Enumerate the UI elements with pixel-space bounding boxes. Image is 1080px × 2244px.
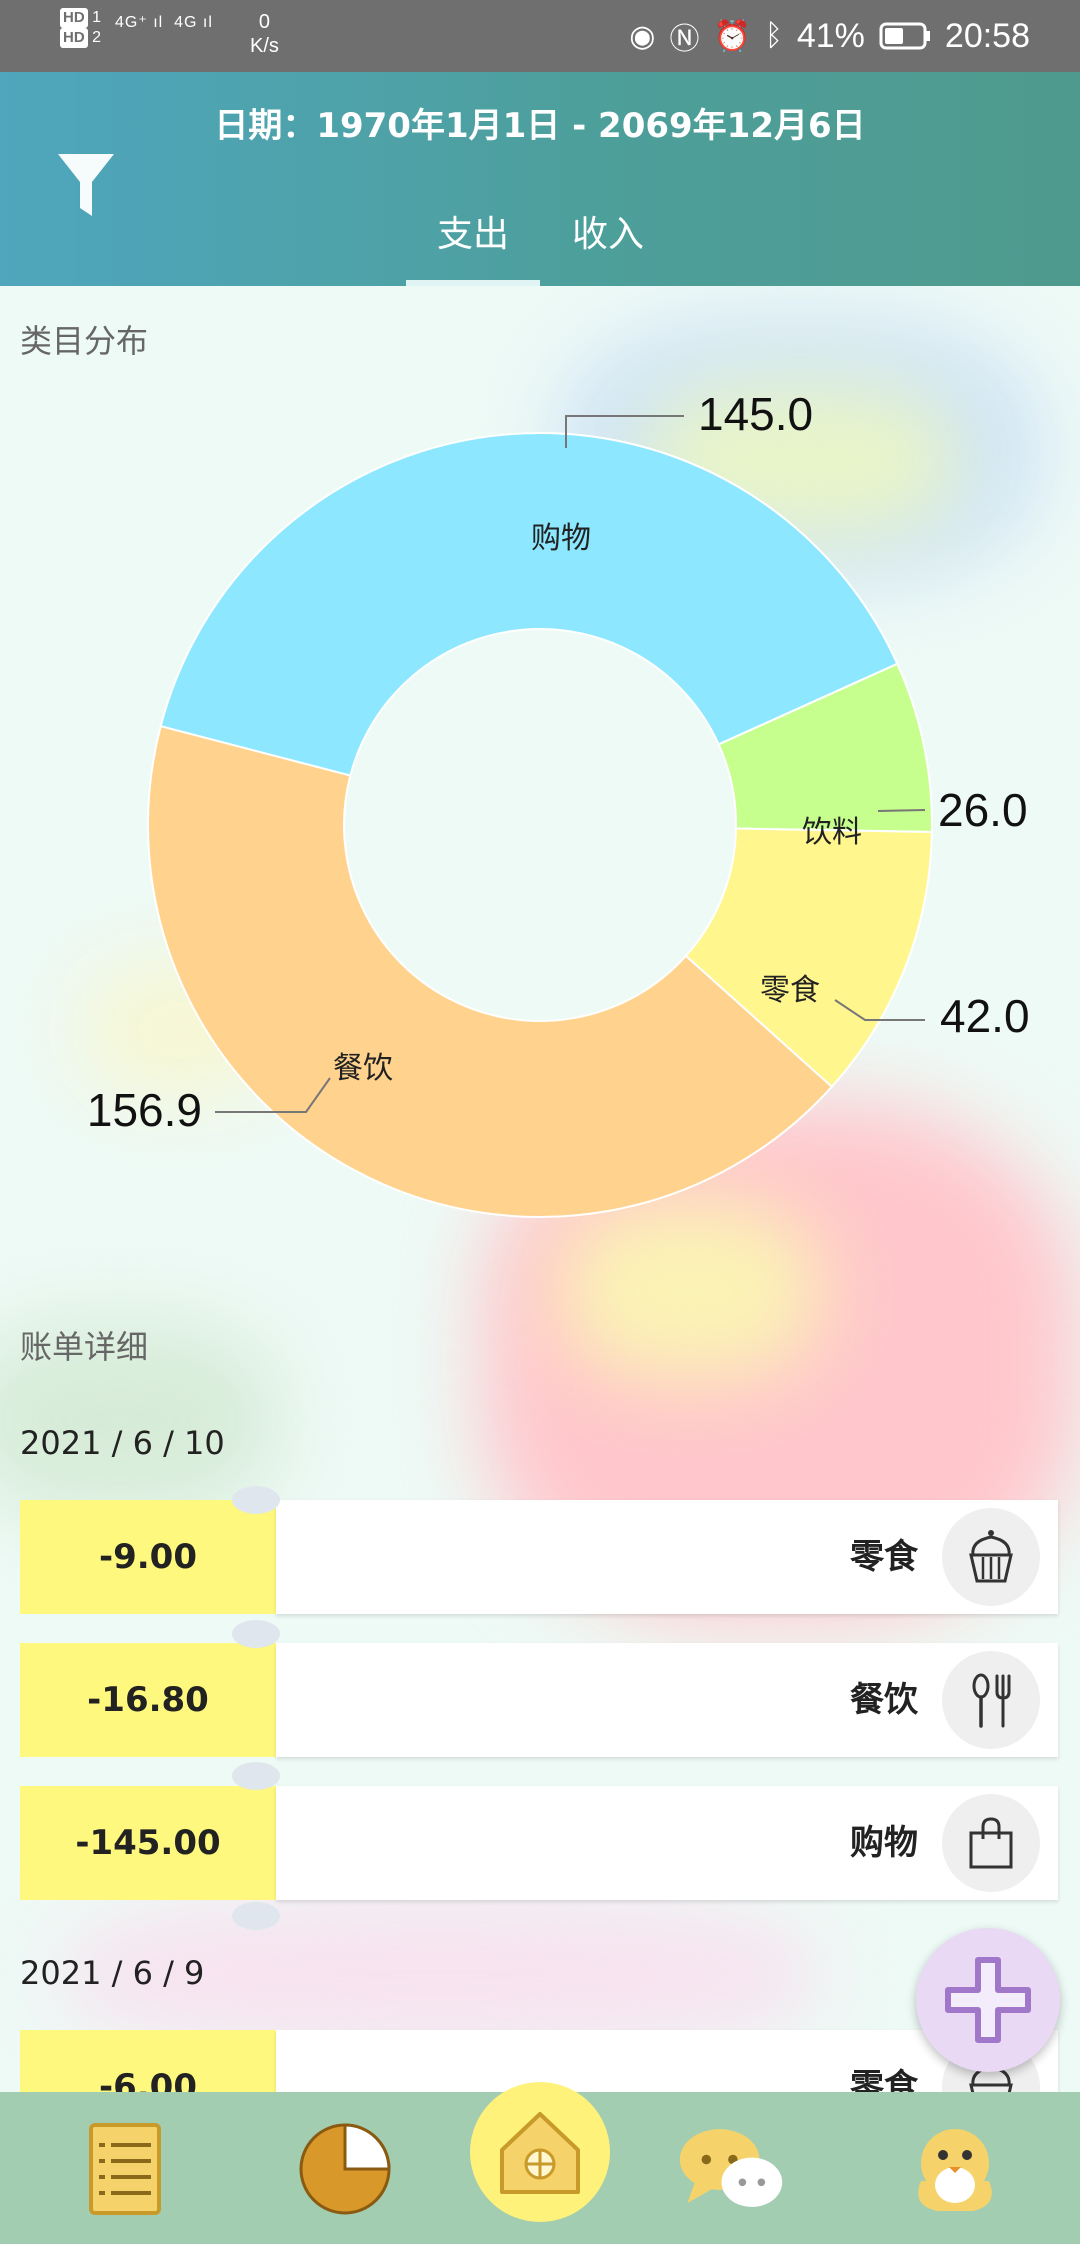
nav-chart[interactable] <box>290 2114 400 2224</box>
nav-chat[interactable] <box>676 2114 786 2224</box>
bills-icon <box>89 2123 161 2215</box>
status-right: ◉ Ⓝ ⏰ ᛒ 41% 20:58 <box>629 14 1030 58</box>
app-header: 日期：1970年1月1日 - 2069年12月6日 支出 收入 <box>0 72 1080 286</box>
shopping-bag-icon <box>942 1794 1040 1892</box>
bill-amount: -16.80 <box>20 1643 276 1757</box>
category-section-title: 类目分布 <box>20 322 149 360</box>
bill-category: 零食 <box>850 1537 918 1577</box>
nav-bills[interactable] <box>70 2114 180 2224</box>
bill-row[interactable]: -16.80 餐饮 <box>20 1643 1058 1757</box>
bill-amount: -145.00 <box>20 1786 276 1900</box>
bill-card: 餐饮 <box>276 1643 1058 1757</box>
slice-value-label: 42.0 <box>940 990 1030 1042</box>
speed-unit: K/s <box>250 35 279 57</box>
status-bar: HD 1 HD 2 4G⁺ ıl 4G ıl 0 K/s ◉ Ⓝ ⏰ ᛒ 41%… <box>0 0 1080 72</box>
slice-category-label: 购物 <box>531 521 591 556</box>
alarm-icon: ⏰ <box>713 19 751 53</box>
eye-icon: ◉ <box>629 19 656 53</box>
tab-expense[interactable]: 支出 <box>406 202 540 286</box>
leader-line-1 <box>877 809 926 812</box>
type-tabs: 支出 收入 <box>0 202 1080 286</box>
bills-section-title: 账单详细 <box>20 1328 149 1366</box>
sim2-label: 2 <box>92 29 102 46</box>
nav-profile[interactable] <box>900 2114 1010 2224</box>
network-speed: 0 K/s <box>250 10 279 58</box>
slice-value-label: 145.0 <box>698 388 813 440</box>
ticket-notch <box>232 1486 280 1514</box>
hd-badge: HD <box>60 28 88 48</box>
bill-amount: -9.00 <box>20 1500 276 1614</box>
battery-percent: 41% <box>796 16 865 55</box>
add-bill-button[interactable] <box>916 1928 1060 2072</box>
sim1-label: 1 <box>92 9 102 26</box>
plus-icon <box>945 1957 1031 2043</box>
slice-category-label: 餐饮 <box>333 1051 393 1086</box>
bill-category: 购物 <box>850 1823 918 1863</box>
slice-value-label: 156.9 <box>87 1084 202 1136</box>
bill-card: 购物 <box>276 1786 1058 1900</box>
nav-home[interactable] <box>470 2082 610 2222</box>
hd-badge: HD <box>60 8 88 28</box>
chat-icon <box>679 2129 783 2207</box>
bill-row[interactable]: -9.00 零食 <box>20 1500 1058 1614</box>
sim-indicator: HD 1 HD 2 <box>60 8 101 48</box>
bill-row[interactable]: -145.00 购物 <box>20 1786 1058 1900</box>
ticket-notch <box>232 1620 280 1648</box>
bluetooth-icon: ᛒ <box>764 19 783 52</box>
ticket-notch <box>232 1762 280 1790</box>
signal-icon: 4G⁺ ıl 4G ıl <box>115 12 213 32</box>
home-icon <box>500 2112 580 2194</box>
signal1-label: 4G⁺ ıl <box>115 14 164 31</box>
profile-icon <box>918 2129 992 2211</box>
date-range[interactable]: 日期：1970年1月1日 - 2069年12月6日 <box>0 98 1080 147</box>
slice-value-label: 26.0 <box>938 784 1028 836</box>
ticket-notch <box>232 1902 280 1930</box>
bill-date: 2021 / 6 / 9 <box>20 1954 205 1992</box>
nfc-icon: Ⓝ <box>669 23 700 56</box>
bill-category: 餐饮 <box>850 1680 918 1720</box>
signal2-label: 4G ıl <box>174 14 213 31</box>
slice-category-label: 饮料 <box>802 815 862 850</box>
tab-income[interactable]: 收入 <box>556 202 660 286</box>
chart-icon <box>299 2123 391 2215</box>
bottom-navigation <box>0 2082 1080 2244</box>
category-donut-chart: 购物 145.0 饮料 26.0 零食 42.0 餐饮 156.9 <box>87 388 1030 1218</box>
spoon-fork-icon <box>942 1651 1040 1749</box>
speed-value: 0 <box>258 11 271 33</box>
clock: 20:58 <box>944 16 1030 55</box>
bill-date: 2021 / 6 / 10 <box>20 1424 225 1462</box>
bill-card: 零食 <box>276 1500 1058 1614</box>
cupcake-icon <box>942 1508 1040 1606</box>
slice-category-label: 零食 <box>760 973 820 1008</box>
battery-icon <box>879 22 930 50</box>
